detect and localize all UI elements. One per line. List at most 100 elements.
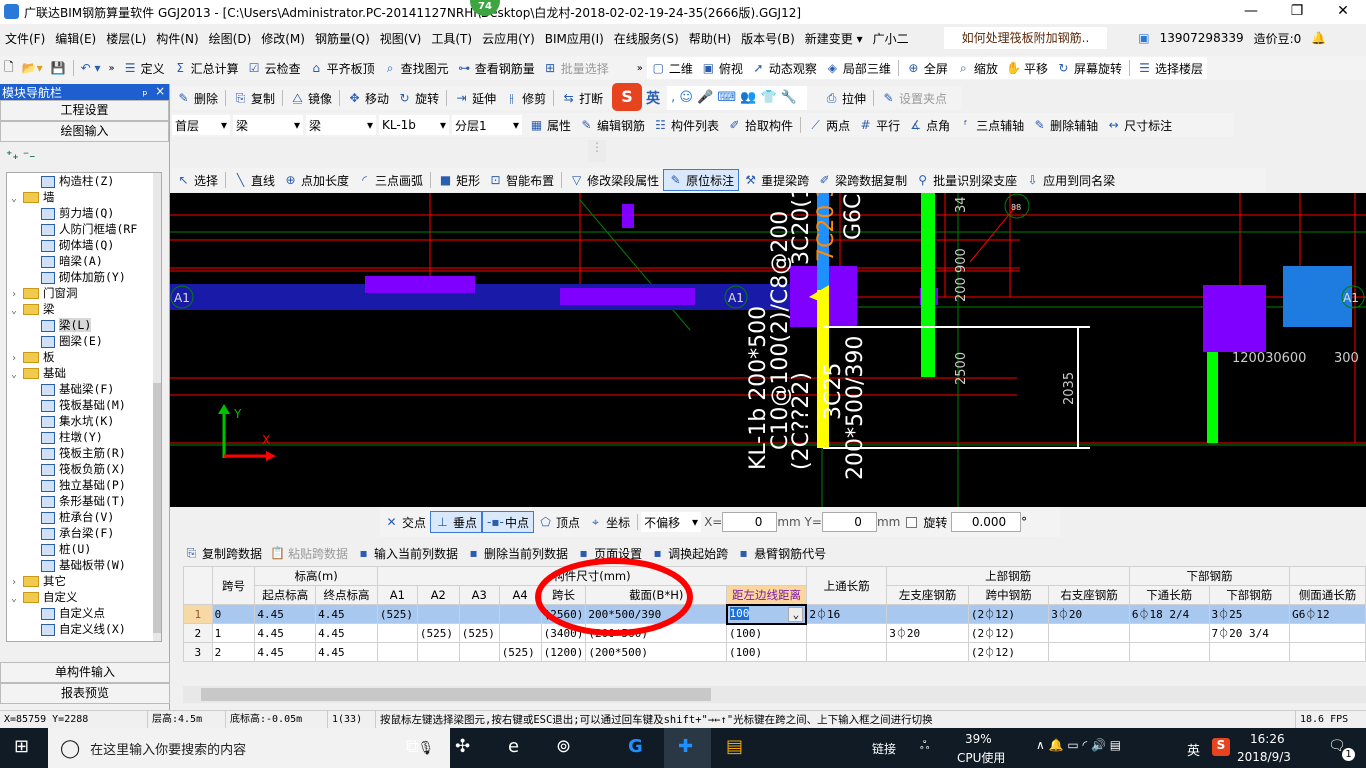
toolbar-button-2[interactable]: Σ 汇总计算 bbox=[169, 57, 243, 79]
table-cell[interactable]: 4.45 bbox=[315, 604, 378, 624]
project-settings-button[interactable]: 工程设置 bbox=[0, 100, 169, 121]
drawing-canvas[interactable]: A1 A1 A1 88 KL-1b 200*500 C10@100(2)/C8@… bbox=[170, 193, 1366, 507]
table-cell[interactable]: 100 ⌄ bbox=[725, 603, 808, 625]
menu-item[interactable]: 钢筋量(Q) bbox=[310, 30, 375, 47]
cad-drawing[interactable]: A1 A1 A1 88 KL-1b 200*500 C10@100(2)/C8@… bbox=[170, 193, 1366, 507]
toolbar-button-6[interactable]: # 平行 bbox=[854, 114, 904, 136]
windows-start-icon[interactable]: ⊞ bbox=[14, 736, 29, 757]
toolbar-button-5[interactable]: ⌕ 查找图元 bbox=[379, 57, 453, 79]
tree-item[interactable]: 承台梁(F) bbox=[7, 525, 161, 541]
toolbar-button-9[interactable]: ☰ 选择楼层 bbox=[1133, 57, 1207, 79]
table-horizontal-scrollbar[interactable] bbox=[183, 686, 1366, 703]
toolbar-button-9[interactable]: ✎ 删除辅轴 bbox=[1028, 114, 1102, 136]
menu-item[interactable]: 修改(M) bbox=[256, 30, 310, 47]
fan-app-icon[interactable]: ✣ bbox=[455, 736, 470, 757]
toolbar-button-12[interactable]: ⇩ 应用到同名梁 bbox=[1021, 169, 1119, 191]
menu-item[interactable]: 绘图(D) bbox=[204, 30, 257, 47]
link-label[interactable]: 链接 bbox=[872, 740, 896, 757]
toolbar-button-1[interactable]: ⎘ 复制跨数据 bbox=[180, 542, 266, 564]
snap-midpoint[interactable]: -▪- 中点 bbox=[482, 511, 535, 533]
toolbar-button-7[interactable]: ✋ 平移 bbox=[1002, 57, 1052, 79]
tree-item[interactable]: ⌄ 自定义 bbox=[7, 589, 161, 605]
drawing-input-button[interactable]: 绘图输入 bbox=[0, 121, 169, 142]
tree-item[interactable]: 砌体加筋(Y) bbox=[7, 269, 161, 285]
toolbar-button-3[interactable]: ⧋ 镜像 bbox=[286, 87, 336, 109]
category-select[interactable]: 梁 ▾ bbox=[233, 115, 303, 135]
tree-item[interactable]: 柱墩(Y) bbox=[7, 429, 161, 445]
toolbar-button-8[interactable]: ↻ 屏幕旋转 bbox=[1052, 57, 1126, 79]
tree-item[interactable]: 基础板带(W) bbox=[7, 557, 161, 573]
table-cell[interactable] bbox=[376, 642, 418, 662]
ime-tools[interactable]: , ☺ 🎤 ⌨ 👥 👕 🔧 bbox=[667, 86, 807, 110]
toolbar-button-4[interactable]: ✐ 拾取构件 bbox=[723, 114, 797, 136]
maximize-button[interactable]: ❐ bbox=[1274, 0, 1320, 24]
tree-item[interactable]: 筏板负筋(X) bbox=[7, 461, 161, 477]
table-row[interactable]: 1 0 4.45 4.45 (525) (2560) 200*500/390 100 ⌄ 2⏀16… bbox=[183, 603, 1366, 625]
toolbar-button-1[interactable]: ▢ 二维 bbox=[647, 57, 697, 79]
table-cell[interactable] bbox=[886, 642, 969, 662]
table-cell[interactable]: 3⏀20 bbox=[1048, 604, 1130, 624]
task-view-icon[interactable]: ⧉ bbox=[406, 736, 419, 757]
tree-item[interactable]: › 板 bbox=[7, 349, 161, 365]
rotate-checkbox[interactable] bbox=[906, 516, 918, 528]
toolbar-button-4[interactable]: ◈ 局部三维 bbox=[821, 57, 895, 79]
table-cell[interactable]: (200*500) bbox=[585, 642, 728, 662]
menu-item[interactable]: 工具(T) bbox=[426, 30, 477, 47]
tree-item[interactable]: 桩(U) bbox=[7, 541, 161, 557]
ime-indicator[interactable]: 英 bbox=[1187, 740, 1200, 759]
ie-icon[interactable]: e bbox=[508, 736, 519, 757]
snap-perpendicular[interactable]: ⊥ 垂点 bbox=[430, 511, 483, 533]
ime-lang[interactable]: 英 bbox=[646, 88, 660, 108]
table-cell[interactable]: 7⏀20 3/4 bbox=[1208, 623, 1291, 643]
table-cell[interactable]: 4.45 bbox=[254, 642, 317, 662]
toolbar-button-5[interactable]: ■ 矩形 bbox=[434, 169, 484, 191]
toolbar-button-2[interactable]: 📋 粘贴跨数据 bbox=[266, 542, 352, 564]
table-cell[interactable] bbox=[416, 604, 460, 624]
table-row[interactable]: 2 1 4.45 4.45 (525) (525) (3400) (200*500) (100)… bbox=[183, 623, 1366, 643]
toolbar-button-1[interactable]: ↖ 选择 bbox=[172, 169, 222, 191]
toolbar-button-3[interactable]: ☷ 构件列表 bbox=[649, 114, 723, 136]
toolbar-button-3[interactable]: ➚ 动态观察 bbox=[747, 57, 821, 79]
toolbar-button-8[interactable]: ⇆ 打断 bbox=[557, 87, 607, 109]
menu-item[interactable]: 广小二 bbox=[868, 30, 914, 47]
tree-item[interactable]: 圈梁(E) bbox=[7, 333, 161, 349]
tree-item[interactable]: 自定义点 bbox=[7, 605, 161, 621]
table-cell[interactable] bbox=[1289, 642, 1366, 662]
toolbar-button-2[interactable]: ✎ 编辑钢筋 bbox=[575, 114, 649, 136]
tree-item[interactable]: › 门窗洞 bbox=[7, 285, 161, 301]
toolbar-button-6[interactable]: ⊡ 智能布置 bbox=[484, 169, 558, 191]
table-cell[interactable] bbox=[1289, 623, 1366, 643]
menu-item[interactable]: 文件(F) bbox=[0, 30, 50, 47]
toolbar-button-5[interactable]: ⊕ 全屏 bbox=[902, 57, 952, 79]
table-cell[interactable]: 0 bbox=[211, 604, 256, 624]
menu-item[interactable]: 编辑(E) bbox=[50, 30, 101, 47]
dropdown-chevron-icon[interactable]: ⌄ bbox=[788, 606, 804, 622]
menu-item[interactable]: 视图(V) bbox=[375, 30, 427, 47]
menu-item[interactable]: 构件(N) bbox=[151, 30, 203, 47]
toolbar-button-7[interactable]: ▽ 修改梁段属性 bbox=[565, 169, 663, 191]
toolbar-button-7[interactable]: ▪ 悬臂钢筋代号 bbox=[732, 542, 830, 564]
type-select[interactable]: 梁 ▾ bbox=[306, 115, 376, 135]
toolbar-button-2[interactable]: ▣ 俯视 bbox=[697, 57, 747, 79]
glodon-g-icon[interactable]: G bbox=[628, 736, 643, 757]
toolbar-button-4[interactable]: ✥ 移动 bbox=[343, 87, 393, 109]
table-cell[interactable] bbox=[1048, 623, 1130, 643]
open-folder-icon[interactable]: 📂▾ bbox=[18, 57, 47, 79]
undo-icon[interactable]: ↶ ▾ bbox=[77, 57, 105, 79]
floor-select[interactable]: 首层 ▾ bbox=[172, 115, 230, 135]
menu-item[interactable]: 楼层(L) bbox=[101, 30, 151, 47]
tree-item[interactable]: 梁(L) bbox=[7, 317, 161, 333]
sogou-tray-icon[interactable]: S bbox=[1212, 738, 1230, 756]
sogou-ime-icon[interactable]: S bbox=[612, 83, 642, 111]
pin-icon[interactable]: ₚ bbox=[142, 84, 147, 98]
bell-icon[interactable]: 🔔 bbox=[1306, 31, 1331, 45]
toolbar-button-2[interactable]: ⎘ 复制 bbox=[229, 87, 279, 109]
minimize-button[interactable]: — bbox=[1228, 0, 1274, 24]
table-cell[interactable]: (525) bbox=[376, 604, 418, 624]
toolbar-button-3[interactable]: ▪ 输入当前列数据 bbox=[352, 542, 462, 564]
toolbar-button-1[interactable]: ⎙ 拉伸 bbox=[820, 87, 870, 109]
toolbar-button-10[interactable]: ↔ 尺寸标注 bbox=[1102, 114, 1176, 136]
single-input-button[interactable]: 单构件输入 bbox=[0, 662, 170, 683]
snap-vertex[interactable]: ⬠ 顶点 bbox=[534, 511, 584, 533]
toolbar-button-3[interactable]: ⊕ 点加长度 bbox=[279, 169, 353, 191]
